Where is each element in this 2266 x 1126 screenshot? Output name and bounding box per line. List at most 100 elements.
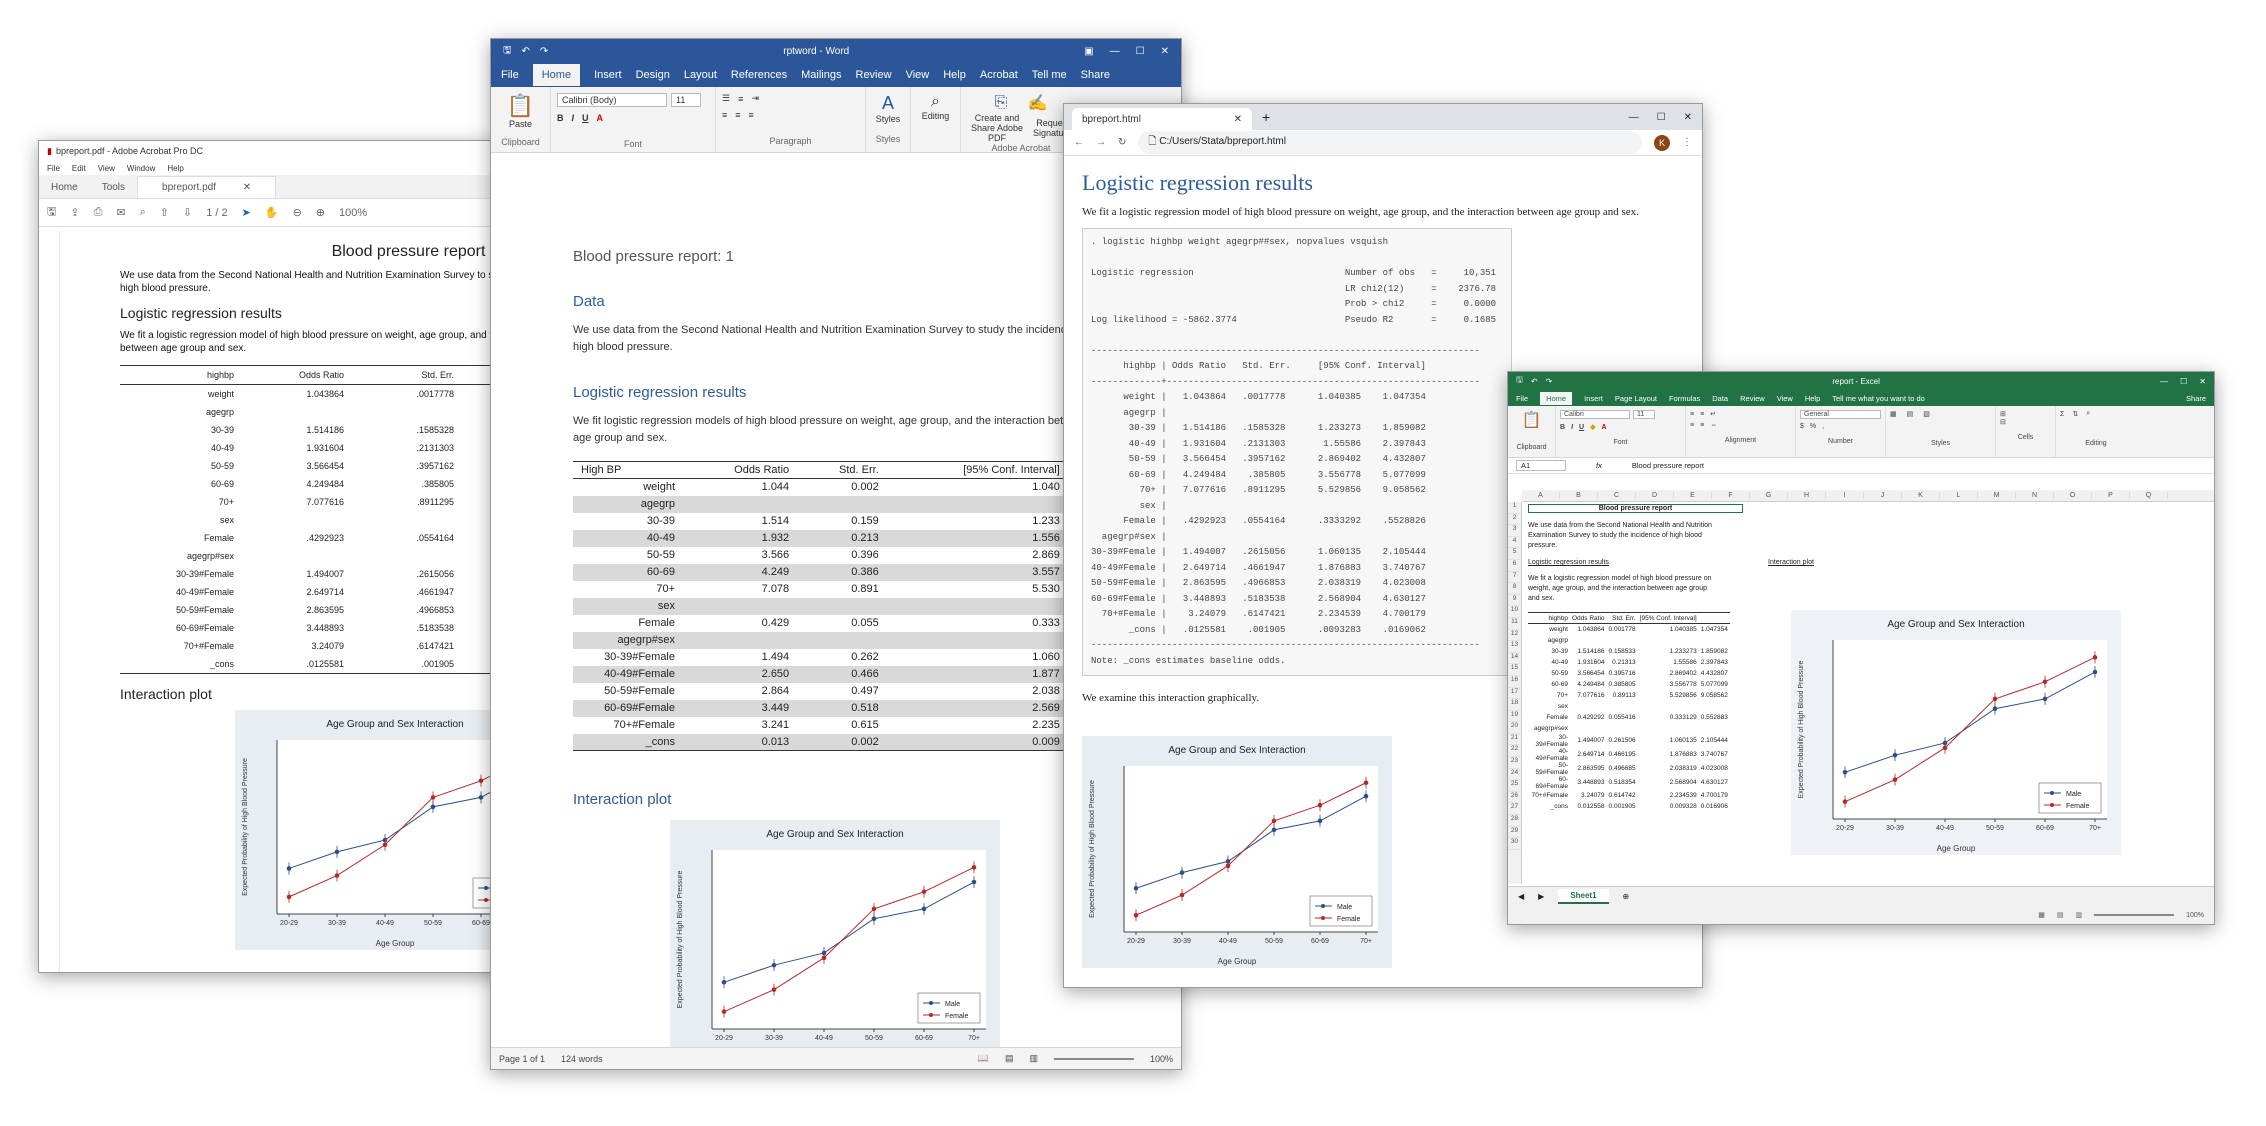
redo-icon[interactable]: ↷: [1546, 377, 1553, 386]
table-cell[interactable]: [1638, 723, 1699, 734]
italic-icon[interactable]: I: [572, 113, 575, 123]
browser-tab[interactable]: bpreport.html ✕: [1072, 108, 1252, 130]
row-header[interactable]: 11: [1508, 618, 1521, 630]
table-cell[interactable]: [1699, 635, 1730, 646]
table-cell[interactable]: sex: [1528, 701, 1570, 712]
acrobat-menu-file[interactable]: File: [47, 164, 60, 173]
table-cell[interactable]: 5.529856: [1638, 690, 1699, 701]
table-cell[interactable]: 0.001905: [1607, 801, 1638, 812]
column-header[interactable]: E: [1674, 492, 1712, 499]
table-cell[interactable]: 4.023008: [1699, 762, 1730, 776]
table-cell[interactable]: 1.55586: [1638, 657, 1699, 668]
row-header[interactable]: 26: [1508, 792, 1521, 804]
tell-me[interactable]: Tell me what you want to do: [1832, 394, 1925, 403]
table-cell[interactable]: 0.466195: [1607, 748, 1638, 762]
table-cell[interactable]: [1607, 723, 1638, 734]
table-cell[interactable]: 2.869402: [1638, 668, 1699, 679]
table-cell[interactable]: 2.038319: [1638, 762, 1699, 776]
acrobat-tab-tools[interactable]: Tools: [90, 177, 137, 198]
column-header[interactable]: P: [2092, 492, 2130, 499]
table-cell[interactable]: _cons: [1528, 801, 1570, 812]
sheet-tab[interactable]: Sheet1: [1558, 889, 1609, 904]
signature-icon[interactable]: ✍: [1027, 93, 1047, 113]
column-header[interactable]: J: [1864, 492, 1902, 499]
intro-cell[interactable]: We use data from the Second National Hea…: [1528, 521, 1718, 551]
table-cell[interactable]: 0.496685: [1607, 762, 1638, 776]
wrap-text-icon[interactable]: ↵: [1710, 410, 1716, 418]
table-cell[interactable]: 3.740767: [1699, 748, 1730, 762]
autosum-icon[interactable]: Σ: [2060, 411, 2064, 418]
table-cell[interactable]: 0.21313: [1607, 657, 1638, 668]
table-header[interactable]: Std. Err.: [1606, 612, 1638, 624]
column-header[interactable]: C: [1598, 492, 1636, 499]
zoom-level[interactable]: 100%: [2186, 912, 2204, 919]
table-cell[interactable]: 1.494007: [1570, 734, 1607, 748]
tell-me[interactable]: Tell me: [1032, 69, 1067, 81]
read-mode-icon[interactable]: 📖: [978, 1053, 989, 1064]
column-header[interactable]: A: [1522, 492, 1560, 499]
comma-icon[interactable]: ,: [1822, 423, 1824, 430]
scroll-right-icon[interactable]: ▶: [1538, 892, 1544, 901]
table-cell[interactable]: 7.077616: [1570, 690, 1607, 701]
acrobat-menu-window[interactable]: Window: [127, 164, 155, 173]
table-cell[interactable]: 60-69: [1528, 679, 1570, 690]
formula-input[interactable]: Blood pressure report: [1632, 461, 1704, 470]
close-icon[interactable]: ✕: [2199, 377, 2206, 386]
table-cell[interactable]: 2.397843: [1699, 657, 1730, 668]
table-cell[interactable]: [1699, 701, 1730, 712]
font-size-select[interactable]: 11: [1633, 410, 1655, 419]
sort-filter-icon[interactable]: ⇅: [2072, 410, 2078, 418]
row-header[interactable]: 18: [1508, 699, 1521, 711]
paste-button[interactable]: Paste: [497, 119, 544, 129]
table-cell[interactable]: 0.385805: [1607, 679, 1638, 690]
table-cell[interactable]: 0.158533: [1607, 646, 1638, 657]
tab-help[interactable]: Help: [1805, 394, 1820, 403]
zoom-level[interactable]: 100%: [339, 207, 367, 219]
table-cell[interactable]: 70+: [1528, 690, 1570, 701]
table-cell[interactable]: 0.012558: [1570, 801, 1607, 812]
table-cell[interactable]: [1699, 723, 1730, 734]
row-header[interactable]: 2: [1508, 514, 1521, 526]
font-name-select[interactable]: Calibri: [1560, 410, 1630, 419]
save-icon[interactable]: 🖫: [503, 43, 512, 60]
table-cell[interactable]: [1607, 701, 1638, 712]
page-layout-icon[interactable]: ▤: [2057, 911, 2064, 919]
editing-button[interactable]: Editing: [917, 111, 954, 121]
close-icon[interactable]: ✕: [1234, 114, 1242, 125]
row-header[interactable]: 27: [1508, 803, 1521, 816]
bullets-icon[interactable]: ☰: [722, 93, 730, 104]
table-cell[interactable]: [1570, 635, 1607, 646]
zoom-in-icon[interactable]: ⊕: [316, 206, 325, 219]
table-cell[interactable]: 4.700179: [1699, 790, 1730, 801]
paste-icon[interactable]: 📋: [1512, 410, 1551, 430]
tab-home[interactable]: Home: [1540, 391, 1573, 405]
table-cell[interactable]: 2.649714: [1570, 748, 1607, 762]
column-header[interactable]: D: [1636, 492, 1674, 499]
font-color-icon[interactable]: A: [1601, 424, 1606, 431]
styles-icon[interactable]: A: [872, 93, 904, 114]
table-cell[interactable]: 0.429292: [1570, 712, 1607, 723]
tab-references[interactable]: References: [731, 69, 787, 81]
table-cell[interactable]: 50-59#Female: [1528, 762, 1570, 776]
title-cell[interactable]: Blood pressure report: [1528, 504, 1743, 513]
tab-acrobat[interactable]: Acrobat: [980, 69, 1018, 81]
column-header[interactable]: N: [2016, 492, 2054, 499]
logit-heading-cell[interactable]: Logistic regression results: [1528, 559, 1768, 566]
minimize-icon[interactable]: —: [1110, 46, 1120, 57]
row-header[interactable]: 21: [1508, 734, 1521, 746]
cell-styles-icon[interactable]: ▧: [1923, 410, 1930, 418]
row-header[interactable]: 3: [1508, 525, 1521, 537]
close-icon[interactable]: ✕: [1161, 46, 1169, 57]
row-header[interactable]: 4: [1508, 537, 1521, 549]
table-cell[interactable]: 0.055416: [1607, 712, 1638, 723]
page-up-icon[interactable]: ⇧: [160, 206, 169, 219]
table-cell[interactable]: [1570, 701, 1607, 712]
table-cell[interactable]: 0.001778: [1607, 624, 1638, 635]
table-cell[interactable]: 0.614742: [1607, 790, 1638, 801]
new-tab-icon[interactable]: +: [1262, 109, 1270, 125]
mail-icon[interactable]: ✉: [116, 206, 125, 219]
zoom-slider[interactable]: [1053, 1057, 1134, 1060]
bold-icon[interactable]: B: [1560, 424, 1565, 431]
logit-text-cell[interactable]: We fit a logistic regression model of hi…: [1528, 574, 1718, 604]
tab-page-layout[interactable]: Page Layout: [1615, 394, 1657, 403]
